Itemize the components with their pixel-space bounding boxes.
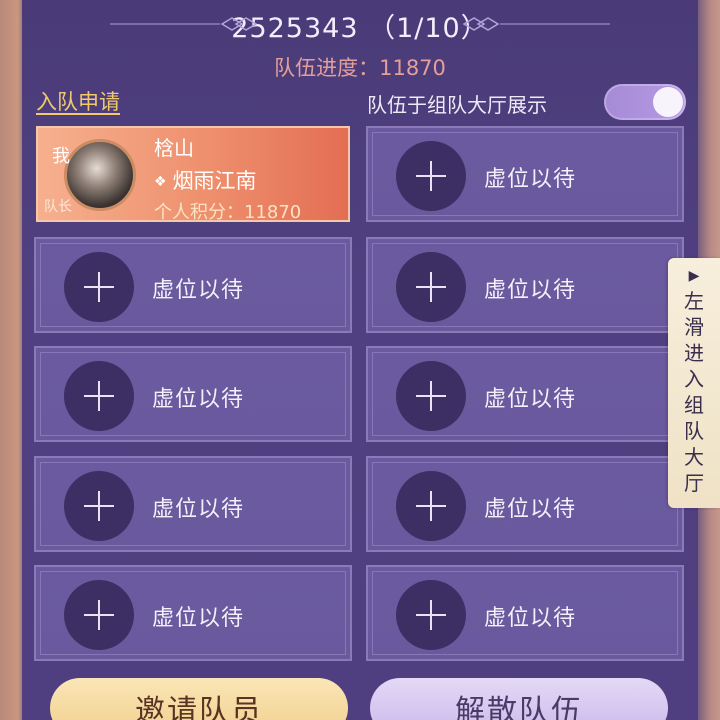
- me-badge: 我: [52, 146, 70, 167]
- diamond-icon: ❖: [154, 174, 167, 190]
- plus-icon[interactable]: [64, 580, 134, 650]
- plus-icon[interactable]: [396, 141, 466, 211]
- plus-icon[interactable]: [396, 580, 466, 650]
- empty-slot[interactable]: 虚位以待: [34, 346, 352, 442]
- leader-slot[interactable]: 我 队长 梒山 ❖ 烟雨江南 个人积分：11870: [36, 126, 350, 223]
- plus-icon[interactable]: [64, 252, 134, 322]
- slot-label: 虚位以待: [484, 497, 577, 522]
- server-name: 烟雨江南: [172, 169, 257, 193]
- plus-icon[interactable]: [64, 361, 134, 431]
- empty-slot[interactable]: 虚位以待: [366, 565, 684, 661]
- empty-slot[interactable]: 虚位以待: [366, 456, 684, 552]
- empty-slot[interactable]: 虚位以待: [34, 237, 352, 333]
- plus-icon[interactable]: [396, 361, 466, 431]
- plus-icon[interactable]: [64, 471, 134, 541]
- empty-slot[interactable]: 虚位以待: [34, 565, 352, 661]
- show-in-hall-label: 队伍于组队大厅展示: [367, 93, 547, 117]
- side-tab-text: 左滑进入组队大厅: [684, 289, 704, 495]
- arrow-right-icon: ▶: [688, 268, 700, 284]
- plus-icon[interactable]: [396, 471, 466, 541]
- empty-slot[interactable]: 虚位以待: [366, 346, 684, 442]
- empty-slot[interactable]: 虚位以待: [34, 456, 352, 552]
- right-ornament-icon: [462, 17, 610, 31]
- player-name: 梒山: [154, 136, 194, 160]
- slot-label: 虚位以待: [484, 387, 577, 412]
- disband-team-button[interactable]: 解散队伍: [370, 678, 668, 720]
- personal-score: 个人积分：11870: [154, 202, 302, 223]
- team-id-count: 2525343 （1/10）: [231, 12, 489, 44]
- slot-label: 虚位以待: [484, 278, 577, 303]
- plus-icon[interactable]: [396, 252, 466, 322]
- join-requests-link[interactable]: 入队申请: [36, 86, 120, 116]
- slot-label: 虚位以待: [152, 606, 245, 631]
- captain-tag: 队长: [44, 199, 72, 215]
- slot-label: 虚位以待: [152, 497, 245, 522]
- team-progress: 队伍进度：11870: [274, 56, 446, 80]
- avatar: [64, 139, 136, 211]
- empty-slot[interactable]: 虚位以待: [366, 237, 684, 333]
- team-header: 2525343 （1/10）: [0, 0, 720, 50]
- invite-members-button[interactable]: 邀请队员: [50, 678, 348, 720]
- empty-slot[interactable]: 虚位以待: [366, 126, 684, 222]
- show-in-hall-toggle[interactable]: [604, 84, 686, 120]
- slot-label: 虚位以待: [152, 387, 245, 412]
- slot-label: 虚位以待: [152, 278, 245, 303]
- slot-label: 虚位以待: [484, 606, 577, 631]
- slot-label: 虚位以待: [484, 167, 577, 192]
- left-ornament-icon: [110, 17, 258, 31]
- player-server: ❖ 烟雨江南: [154, 165, 257, 195]
- team-hall-side-tab[interactable]: ▶ 左滑进入组队大厅: [668, 258, 720, 508]
- toggle-knob: [653, 87, 683, 117]
